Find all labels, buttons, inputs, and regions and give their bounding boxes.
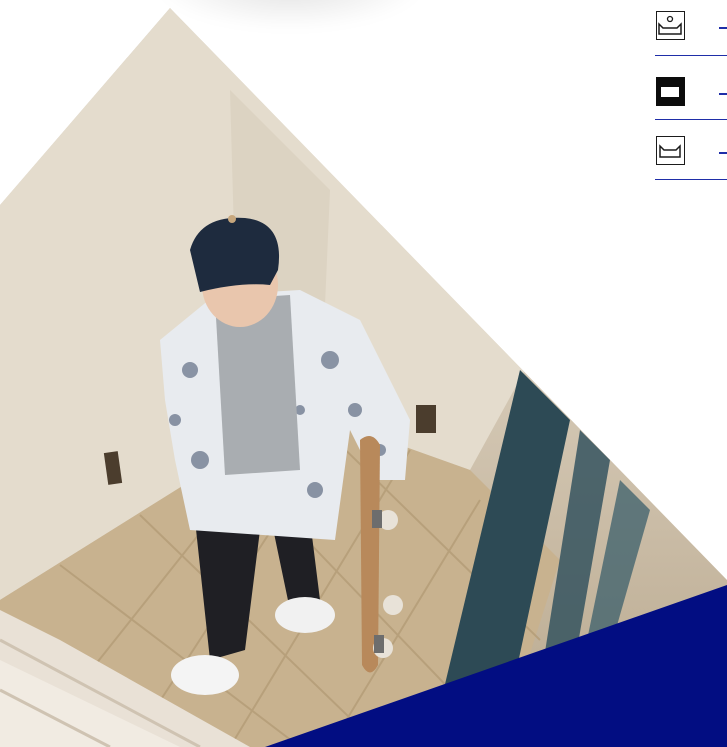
- wall-light-right: [416, 405, 436, 433]
- legend-list: [655, 6, 727, 180]
- framed-box-with-circle-icon: [656, 11, 685, 40]
- legend-leader: [719, 152, 727, 154]
- legend-leader: [719, 27, 727, 29]
- filled-black-box-icon: [656, 77, 685, 106]
- legend-rule: [655, 178, 727, 180]
- legend-item: [655, 120, 727, 180]
- page: [0, 0, 727, 747]
- legend-item: [655, 6, 727, 56]
- legend-item: [655, 56, 727, 120]
- legend-leader: [719, 93, 727, 95]
- top-shadow: [150, 0, 430, 30]
- framed-box-outline-icon: [656, 136, 685, 165]
